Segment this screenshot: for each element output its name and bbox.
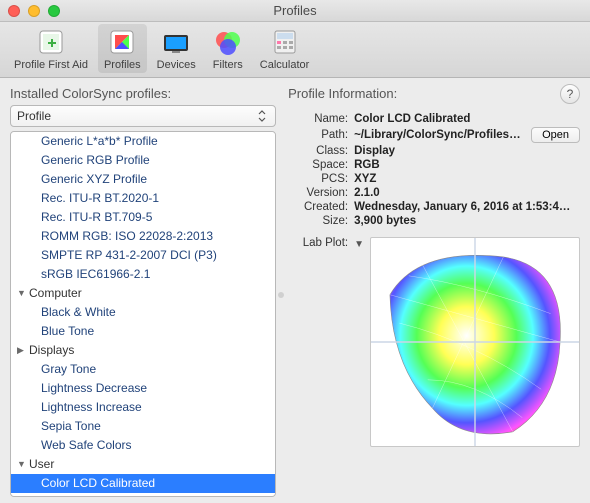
- profile-sort-value: Profile: [17, 109, 51, 123]
- profile-item[interactable]: Sepia Tone: [11, 417, 275, 436]
- item-label: ROMM RGB: ISO 22028-2:2013: [41, 229, 213, 243]
- pane-resize-handle[interactable]: [278, 292, 284, 298]
- label-created: Created:: [288, 201, 348, 213]
- disclosure-triangle-icon: ▶: [17, 495, 27, 497]
- value-space: RGB: [354, 159, 580, 171]
- profile-item[interactable]: Generic L*a*b* Profile: [11, 132, 275, 151]
- profile-info-grid: Name: Color LCD Calibrated Path: ~/Libra…: [288, 113, 580, 227]
- profile-item[interactable]: Gray Tone: [11, 360, 275, 379]
- toolbar-filters[interactable]: Filters: [206, 24, 250, 73]
- label-space: Space:: [288, 159, 348, 171]
- profile-item[interactable]: Generic RGB Profile: [11, 151, 275, 170]
- item-label: Blue Tone: [41, 324, 94, 338]
- close-icon[interactable]: [8, 5, 20, 17]
- profile-item[interactable]: Rec. ITU-R BT.2020-1: [11, 189, 275, 208]
- profile-group[interactable]: ▼Computer: [11, 284, 275, 303]
- window-controls: [8, 5, 60, 17]
- profile-item[interactable]: Rec. ITU-R BT.709-5: [11, 208, 275, 227]
- toolbar-label: Profiles: [104, 59, 141, 71]
- item-label: Black & White: [41, 305, 116, 319]
- label-class: Class:: [288, 145, 348, 157]
- profile-sort-combo[interactable]: Profile: [10, 105, 276, 127]
- label-version: Version:: [288, 187, 348, 199]
- item-label: Sepia Tone: [41, 419, 101, 433]
- toolbar-devices[interactable]: Devices: [151, 24, 202, 73]
- item-label: Lightness Increase: [41, 400, 142, 414]
- profile-item[interactable]: SMPTE RP 431-2-2007 DCI (P3): [11, 246, 275, 265]
- toolbar-profile-first-aid[interactable]: Profile First Aid: [8, 24, 94, 73]
- item-label: Web Safe Colors: [41, 438, 132, 452]
- group-label: Computer: [29, 286, 82, 301]
- label-name: Name:: [288, 113, 348, 125]
- right-panel: ? Profile Information: Name: Color LCD C…: [280, 86, 580, 497]
- toolbar-label: Profile First Aid: [14, 59, 88, 71]
- item-label: Gray Tone: [41, 362, 96, 376]
- group-label: User: [29, 457, 54, 472]
- help-button[interactable]: ?: [560, 84, 580, 104]
- profile-item[interactable]: Generic XYZ Profile: [11, 170, 275, 189]
- toolbar-calculator[interactable]: Calculator: [254, 24, 316, 73]
- lab-plot[interactable]: [370, 237, 580, 447]
- left-panel: Installed ColorSync profiles: Profile Ge…: [10, 86, 276, 497]
- toolbar-label: Devices: [157, 59, 196, 71]
- value-class: Display: [354, 145, 580, 157]
- item-label: SMPTE RP 431-2-2007 DCI (P3): [41, 248, 217, 262]
- group-label: Other: [29, 495, 59, 497]
- profile-group[interactable]: ▶Other: [11, 493, 275, 497]
- item-label: Generic XYZ Profile: [41, 172, 147, 186]
- group-label: Displays: [29, 343, 74, 358]
- profile-item[interactable]: sRGB IEC61966-2.1: [11, 265, 275, 284]
- window-title: Profiles: [0, 3, 590, 18]
- value-size: 3,900 bytes: [354, 215, 580, 227]
- toolbar-icon: [212, 26, 244, 58]
- profile-item[interactable]: Lightness Decrease: [11, 379, 275, 398]
- disclosure-triangle-icon: ▶: [17, 343, 27, 358]
- installed-profiles-heading: Installed ColorSync profiles:: [10, 86, 276, 101]
- open-button[interactable]: Open: [531, 127, 580, 143]
- profiles-list[interactable]: Generic L*a*b* Profile Generic RGB Profil…: [10, 131, 276, 497]
- label-pcs: PCS:: [288, 173, 348, 185]
- profile-group[interactable]: ▼User: [11, 455, 275, 474]
- value-path: ~/Library/ColorSync/Profiles…: [354, 129, 525, 141]
- label-path: Path:: [288, 129, 348, 141]
- item-label: Lightness Decrease: [41, 381, 147, 395]
- profile-item[interactable]: Web Safe Colors: [11, 436, 275, 455]
- item-label: Generic RGB Profile: [41, 153, 150, 167]
- item-label: Rec. ITU-R BT.2020-1: [41, 191, 159, 205]
- toolbar-icon: [35, 26, 67, 58]
- toolbar-icon: [160, 26, 192, 58]
- item-label: Generic L*a*b* Profile: [41, 134, 158, 148]
- profile-info-heading: Profile Information:: [288, 86, 580, 101]
- toolbar-label: Calculator: [260, 59, 310, 71]
- profile-item[interactable]: ROMM RGB: ISO 22028-2:2013: [11, 227, 275, 246]
- label-labplot: Lab Plot:: [288, 237, 348, 249]
- disclosure-triangle-icon: ▼: [17, 457, 27, 472]
- label-size: Size:: [288, 215, 348, 227]
- toolbar-icon: [269, 26, 301, 58]
- disclosure-triangle-icon: ▼: [17, 286, 27, 301]
- profile-item[interactable]: Color LCD Calibrated: [11, 474, 275, 493]
- labplot-disclosure-icon[interactable]: ▼: [354, 237, 364, 250]
- minimize-icon[interactable]: [28, 5, 40, 17]
- profile-group[interactable]: ▶Displays: [11, 341, 275, 360]
- value-pcs: XYZ: [354, 173, 580, 185]
- chevron-updown-icon: [255, 110, 269, 122]
- profile-item[interactable]: Blue Tone: [11, 322, 275, 341]
- value-version: 2.1.0: [354, 187, 580, 199]
- profile-item[interactable]: Lightness Increase: [11, 398, 275, 417]
- zoom-icon[interactable]: [48, 5, 60, 17]
- toolbar-icon: [106, 26, 138, 58]
- value-name: Color LCD Calibrated: [354, 113, 580, 125]
- toolbar-profiles[interactable]: Profiles: [98, 24, 147, 73]
- value-created: Wednesday, January 6, 2016 at 1:53:4…: [354, 201, 580, 213]
- item-label: Rec. ITU-R BT.709-5: [41, 210, 152, 224]
- profile-item[interactable]: Black & White: [11, 303, 275, 322]
- titlebar: Profiles: [0, 0, 590, 22]
- toolbar-label: Filters: [213, 59, 243, 71]
- toolbar: Profile First Aid Profiles Devices Filters C…: [0, 22, 590, 78]
- item-label: sRGB IEC61966-2.1: [41, 267, 150, 281]
- item-label: Color LCD Calibrated: [41, 476, 155, 490]
